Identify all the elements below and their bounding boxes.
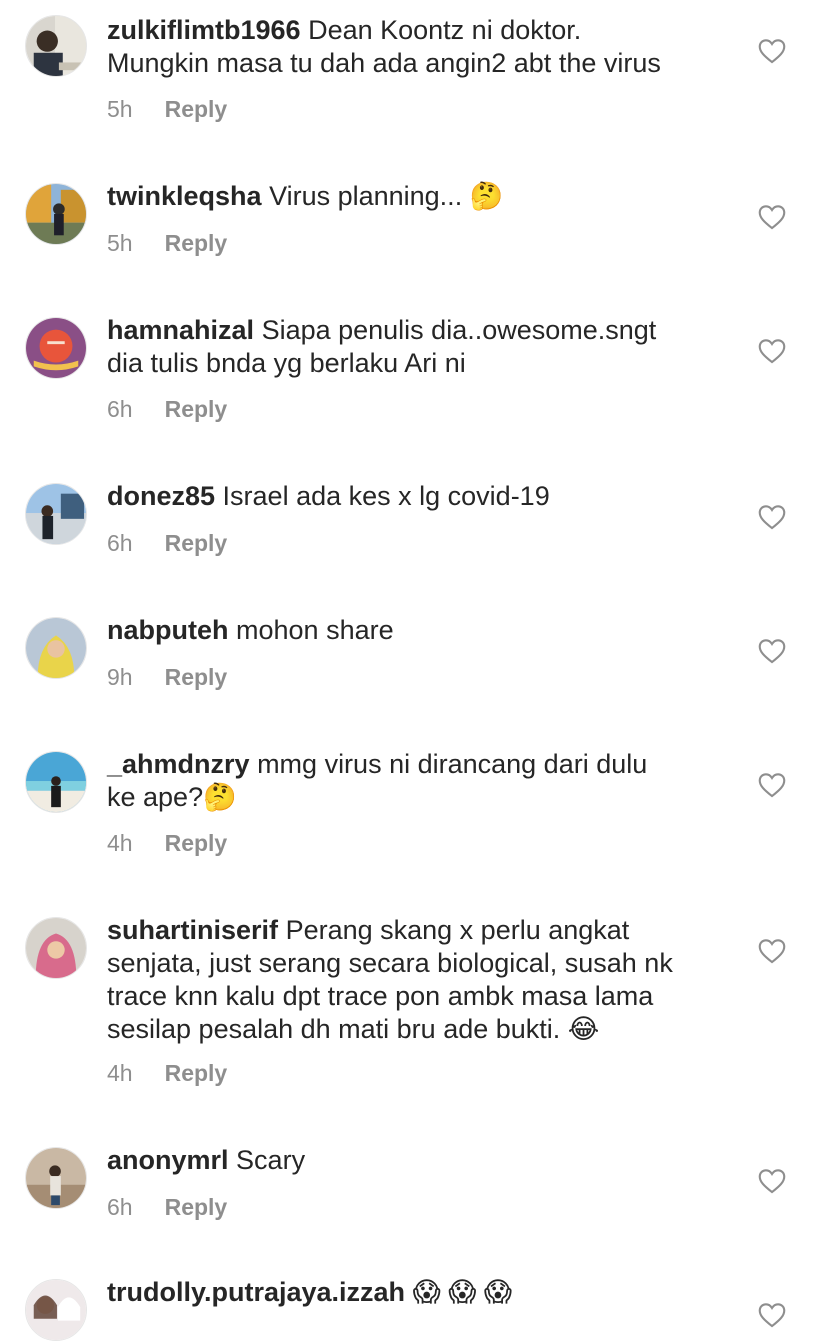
comment-text: trudolly.putrajaya.izzah 😱 😱 😱 — [107, 1276, 727, 1309]
comment-username[interactable]: donez85 — [107, 481, 215, 511]
comment-meta: 4h Reply — [107, 830, 227, 857]
heart-outline-icon[interactable] — [758, 338, 786, 364]
avatar[interactable] — [25, 183, 87, 245]
heart-outline-icon[interactable] — [758, 938, 786, 964]
comment-timestamp: 5h — [107, 96, 133, 122]
comment-meta: 9h Reply — [107, 664, 227, 691]
comment-body: Virus planning... 🤔 — [269, 181, 504, 211]
comment-timestamp: 4h — [107, 830, 133, 856]
comment-meta: 6h Reply — [107, 396, 227, 423]
comment-username[interactable]: anonymrl — [107, 1145, 229, 1175]
reply-button[interactable]: Reply — [165, 396, 228, 422]
comment-text: suhartiniserif Perang skang x perlu angk… — [107, 914, 727, 1046]
comment-timestamp: 6h — [107, 396, 133, 422]
comment-body: Israel ada kes x lg covid-19 — [222, 481, 550, 511]
comment-username[interactable]: nabputeh — [107, 615, 229, 645]
heart-outline-icon[interactable] — [758, 1302, 786, 1328]
comment-timestamp: 4h — [107, 1060, 133, 1086]
comment-body: mohon share — [236, 615, 394, 645]
reply-button[interactable]: Reply — [165, 96, 228, 122]
reply-button[interactable]: Reply — [165, 1194, 228, 1220]
comment-username[interactable]: hamnahizal — [107, 315, 254, 345]
comment-text: _ahmdnzry mmg virus ni dirancang dari du… — [107, 748, 727, 814]
heart-outline-icon[interactable] — [758, 1168, 786, 1194]
avatar[interactable] — [25, 617, 87, 679]
comment-text: hamnahizal Siapa penulis dia..owesome.sn… — [107, 314, 727, 380]
comment-username[interactable]: suhartiniserif — [107, 915, 278, 945]
comment-timestamp: 6h — [107, 530, 133, 556]
comment-body: Scary — [236, 1145, 306, 1175]
heart-outline-icon[interactable] — [758, 772, 786, 798]
avatar[interactable] — [25, 483, 87, 545]
comment-meta: 6h Reply — [107, 530, 227, 557]
avatar[interactable] — [25, 1279, 87, 1341]
heart-outline-icon[interactable] — [758, 504, 786, 530]
comment-timestamp: 5h — [107, 230, 133, 256]
heart-outline-icon[interactable] — [758, 638, 786, 664]
avatar[interactable] — [25, 317, 87, 379]
heart-outline-icon[interactable] — [758, 38, 786, 64]
comment-meta: 4h Reply — [107, 1060, 227, 1087]
reply-button[interactable]: Reply — [165, 230, 228, 256]
comment-username[interactable]: _ahmdnzry — [107, 749, 250, 779]
comment-text: nabputeh mohon share — [107, 614, 727, 647]
comment-text: twinkleqsha Virus planning... 🤔 — [107, 180, 727, 213]
reply-button[interactable]: Reply — [165, 664, 228, 690]
reply-button[interactable]: Reply — [165, 830, 228, 856]
comment-meta: 5h Reply — [107, 230, 227, 257]
reply-button[interactable]: Reply — [165, 1060, 228, 1086]
avatar[interactable] — [25, 917, 87, 979]
reply-button[interactable]: Reply — [165, 530, 228, 556]
comment-body: 😱 😱 😱 — [412, 1277, 513, 1307]
heart-outline-icon[interactable] — [758, 204, 786, 230]
comment-text: zulkiflimtb1966 Dean Koontz ni doktor. M… — [107, 14, 727, 80]
comment-text: anonymrl Scary — [107, 1144, 727, 1177]
avatar[interactable] — [25, 751, 87, 813]
comment-timestamp: 9h — [107, 664, 133, 690]
comment-text: donez85 Israel ada kes x lg covid-19 — [107, 480, 727, 513]
comment-username[interactable]: twinkleqsha — [107, 181, 262, 211]
comment-meta: 6h Reply — [107, 1194, 227, 1221]
comment-username[interactable]: trudolly.putrajaya.izzah — [107, 1277, 405, 1307]
avatar[interactable] — [25, 1147, 87, 1209]
comment-timestamp: 6h — [107, 1194, 133, 1220]
avatar[interactable] — [25, 15, 87, 77]
comment-meta: 5h Reply — [107, 96, 227, 123]
comment-username[interactable]: zulkiflimtb1966 — [107, 15, 301, 45]
